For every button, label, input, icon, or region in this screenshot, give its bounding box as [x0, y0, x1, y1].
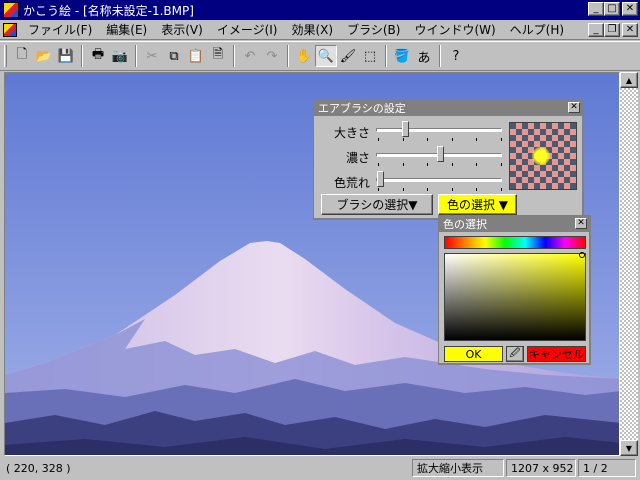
- saturation-value-box[interactable]: [444, 252, 586, 341]
- toolbar-separator: [81, 45, 83, 67]
- ok-button[interactable]: OK: [444, 346, 503, 362]
- status-bar: ( 220, 328 ) 拡大縮小表示 1207 x 952 1 / 2: [0, 456, 640, 480]
- color-noise-label: 色荒れ: [333, 176, 370, 190]
- window-title: かこう絵 - [名称未設定-1.BMP]: [23, 3, 194, 18]
- color-noise-slider-track[interactable]: [376, 178, 502, 182]
- airbrush-settings-panel: エアブラシの設定 ✕ 大きさ 濃さ 色荒れ ブラシの選択▼ 色の選択 ▼: [313, 99, 584, 220]
- save-icon[interactable]: 💾: [55, 45, 77, 67]
- doc-restore-button[interactable]: ❐: [604, 23, 620, 37]
- paste-new-icon[interactable]: 🗎: [207, 45, 229, 67]
- brush-icon[interactable]: 🖌: [337, 45, 359, 67]
- scroll-up-icon[interactable]: ▲: [620, 72, 638, 88]
- color-select-button[interactable]: 色の選択 ▼: [438, 194, 517, 215]
- density-slider-thumb[interactable]: [437, 146, 444, 162]
- document-icon[interactable]: [3, 22, 17, 37]
- toolbar-separator: [135, 45, 137, 67]
- scroll-down-icon[interactable]: ▼: [620, 440, 638, 456]
- brush-select-button[interactable]: ブラシの選択▼: [321, 194, 433, 215]
- select-icon[interactable]: ⬚: [359, 45, 381, 67]
- cut-icon[interactable]: ✂: [141, 45, 163, 67]
- color-picker-panel: 色の選択 ✕ OK 🖉 キャンセル: [438, 215, 591, 365]
- color-picker-title[interactable]: 色の選択 ✕: [439, 216, 590, 232]
- menu-help[interactable]: ヘルプ(H): [503, 21, 571, 38]
- zoom-level: 1 / 2: [578, 459, 636, 477]
- color-noise-slider-row: 色荒れ: [318, 171, 508, 193]
- undo-icon[interactable]: ↶: [239, 45, 261, 67]
- density-slider-ticks: [378, 163, 502, 166]
- image-size: 1207 x 952: [506, 459, 576, 477]
- size-slider-track[interactable]: [376, 128, 502, 132]
- camera-icon[interactable]: 📷: [109, 45, 131, 67]
- document-controls: _ ❐ ✕: [588, 23, 638, 37]
- menu-image[interactable]: イメージ(I): [210, 21, 285, 38]
- menu-view[interactable]: 表示(V): [154, 21, 210, 38]
- paste-icon[interactable]: 📋: [185, 45, 207, 67]
- vertical-scrollbar[interactable]: ▲ ▼: [620, 72, 638, 456]
- doc-minimize-button[interactable]: _: [588, 23, 604, 37]
- zoom-icon[interactable]: 🔍: [315, 45, 337, 67]
- menu-window[interactable]: ウインドウ(W): [407, 21, 502, 38]
- hue-bar[interactable]: [444, 236, 586, 249]
- menu-bar: ファイル(F) 編集(E) 表示(V) イメージ(I) 効果(X) ブラシ(B)…: [0, 20, 640, 40]
- density-label: 濃さ: [345, 151, 370, 165]
- copy-icon[interactable]: ⧉: [163, 45, 185, 67]
- cancel-button[interactable]: キャンセル: [527, 346, 586, 362]
- help-icon[interactable]: ?: [445, 45, 467, 67]
- eyedropper-icon[interactable]: 🖉: [506, 346, 524, 362]
- size-slider-ticks: [378, 138, 502, 141]
- airbrush-panel-title[interactable]: エアブラシの設定 ✕: [314, 100, 583, 116]
- size-slider-thumb[interactable]: [402, 121, 410, 137]
- airbrush-close-icon[interactable]: ✕: [568, 102, 580, 113]
- window-controls: _ □ ✕: [588, 2, 638, 16]
- close-button[interactable]: ✕: [622, 2, 638, 16]
- toolbar-separator: [287, 45, 289, 67]
- toolbar: 🗋 📂 💾 🖶 📷 ✂ ⧉ 📋 🗎 ↶ ↷ ✋ 🔍 🖌 ⬚ 🪣 あ ?: [0, 41, 640, 71]
- bucket-icon[interactable]: 🪣: [391, 45, 413, 67]
- menu-effects[interactable]: 効果(X): [284, 21, 340, 38]
- doc-close-button[interactable]: ✕: [622, 23, 638, 37]
- toolbar-separator: [233, 45, 235, 67]
- maximize-button[interactable]: □: [604, 2, 620, 16]
- airbrush-title-text: エアブラシの設定: [318, 102, 406, 115]
- redo-icon[interactable]: ↷: [261, 45, 283, 67]
- toolbar-separator: [439, 45, 441, 67]
- brush-preview-dot: [532, 147, 550, 165]
- brush-preview: [509, 122, 577, 190]
- toolbar-separator: [385, 45, 387, 67]
- view-mode: 拡大縮小表示: [412, 459, 504, 477]
- color-picker-title-text: 色の選択: [443, 218, 487, 231]
- app-icon[interactable]: [3, 2, 19, 18]
- open-icon[interactable]: 📂: [33, 45, 55, 67]
- menu-file[interactable]: ファイル(F): [21, 21, 99, 38]
- toolbar-grip[interactable]: [4, 45, 7, 67]
- new-icon[interactable]: 🗋: [11, 45, 33, 67]
- print-icon[interactable]: 🖶: [87, 45, 109, 67]
- size-slider-row: 大きさ: [318, 121, 508, 143]
- color-picker-close-icon[interactable]: ✕: [575, 218, 587, 229]
- color-marker[interactable]: [579, 252, 585, 258]
- density-slider-row: 濃さ: [318, 146, 508, 168]
- title-bar[interactable]: かこう絵 - [名称未設定-1.BMP] _ □ ✕: [0, 0, 640, 20]
- cursor-coordinates: ( 220, 328 ): [6, 461, 71, 475]
- color-noise-slider-thumb[interactable]: [377, 171, 385, 187]
- color-noise-slider-ticks: [378, 188, 502, 191]
- menu-brush[interactable]: ブラシ(B): [340, 21, 407, 38]
- minimize-button[interactable]: _: [588, 2, 604, 16]
- text-icon[interactable]: あ: [413, 45, 435, 67]
- menu-edit[interactable]: 編集(E): [99, 21, 154, 38]
- size-label: 大きさ: [333, 126, 370, 140]
- hand-icon[interactable]: ✋: [293, 45, 315, 67]
